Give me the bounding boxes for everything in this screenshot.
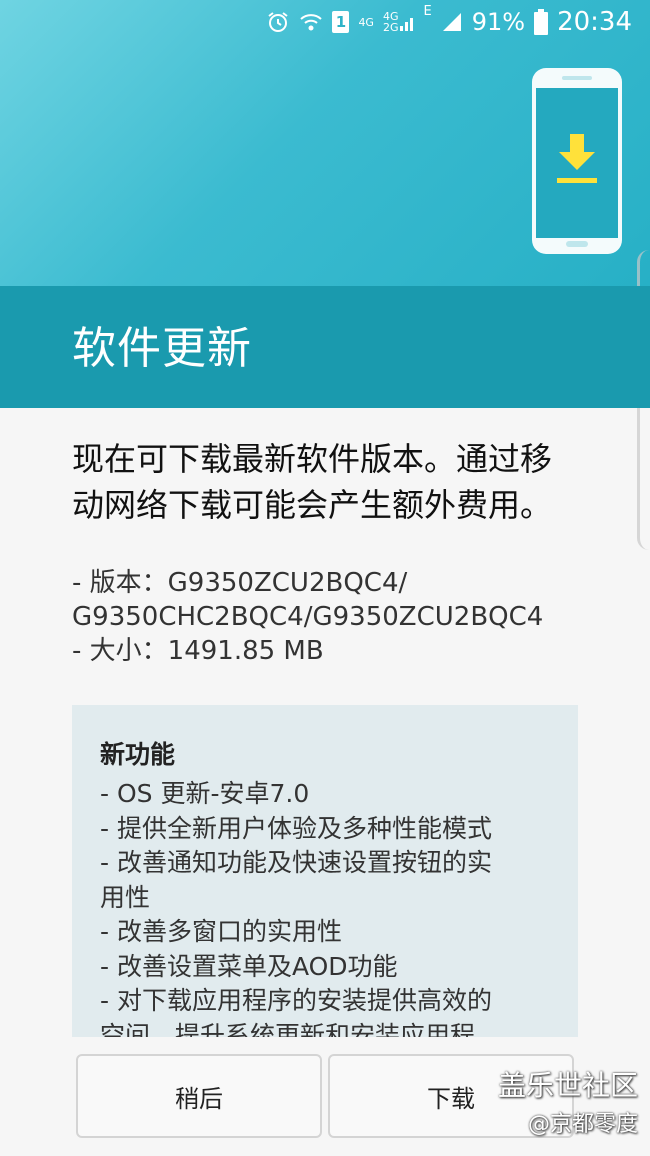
network-stack: 4G 2G	[383, 11, 415, 33]
clock: 20:34	[557, 7, 632, 37]
battery-percent: 91%	[471, 8, 526, 36]
release-note-item: 空间，提升系统更新和安装应用程	[100, 1020, 476, 1038]
wifi-icon	[299, 11, 323, 33]
release-notes-heading: 新功能	[100, 740, 176, 769]
phone-download-illustration	[532, 68, 622, 254]
release-note-item: - 提供全新用户体验及多种性能模式	[100, 813, 492, 843]
download-arrow-icon	[557, 134, 597, 183]
watermark-title: 盖乐世社区	[497, 1069, 638, 1102]
signal-bars-small-icon	[399, 18, 413, 31]
battery-icon	[534, 9, 549, 35]
size-line: - 大小：1491.85 MB	[72, 636, 324, 666]
version-line-continued: G9350CHC2BQC4/G9350ZCU2BQC4	[72, 602, 544, 632]
network-bottom-label: 2G	[382, 21, 399, 34]
data-type-label: E	[423, 4, 432, 19]
signal-strength-icon	[441, 11, 463, 33]
alarm-clock-icon	[266, 10, 290, 34]
release-note-item: - OS 更新-安卓7.0	[100, 779, 310, 808]
later-button[interactable]: 稍后	[76, 1054, 322, 1138]
watermark-author: @京都零度	[527, 1112, 638, 1137]
release-note-item: - 改善通知功能及快速设置按钮的实	[100, 848, 492, 877]
page-title: 软件更新	[72, 323, 252, 374]
release-note-item: - 改善多窗口的实用性	[100, 917, 342, 946]
release-note-item: - 对下载应用程序的安装提供高效的	[100, 986, 492, 1015]
release-note-item: - 改善设置菜单及AOD功能	[100, 951, 398, 981]
release-notes-box[interactable]: 新功能 - OS 更新-安卓7.0 - 提供全新用户体验及多种性能模式 - 改善…	[72, 705, 578, 1037]
network-label: 4G	[358, 15, 374, 29]
status-bar: 1 4G 4G 2G E 91% 20:34	[0, 0, 650, 44]
sim-badge: 1	[332, 11, 350, 33]
version-line: - 版本：G9350ZCU2BQC4/	[72, 568, 408, 598]
update-details: - 版本：G9350ZCU2BQC4/ G9350CHC2BQC4/G9350Z…	[72, 566, 543, 668]
update-intro-text: 现在可下载最新软件版本。通过移动网络下载可能会产生额外费用。	[72, 440, 553, 524]
release-note-item: 用性	[100, 882, 151, 912]
